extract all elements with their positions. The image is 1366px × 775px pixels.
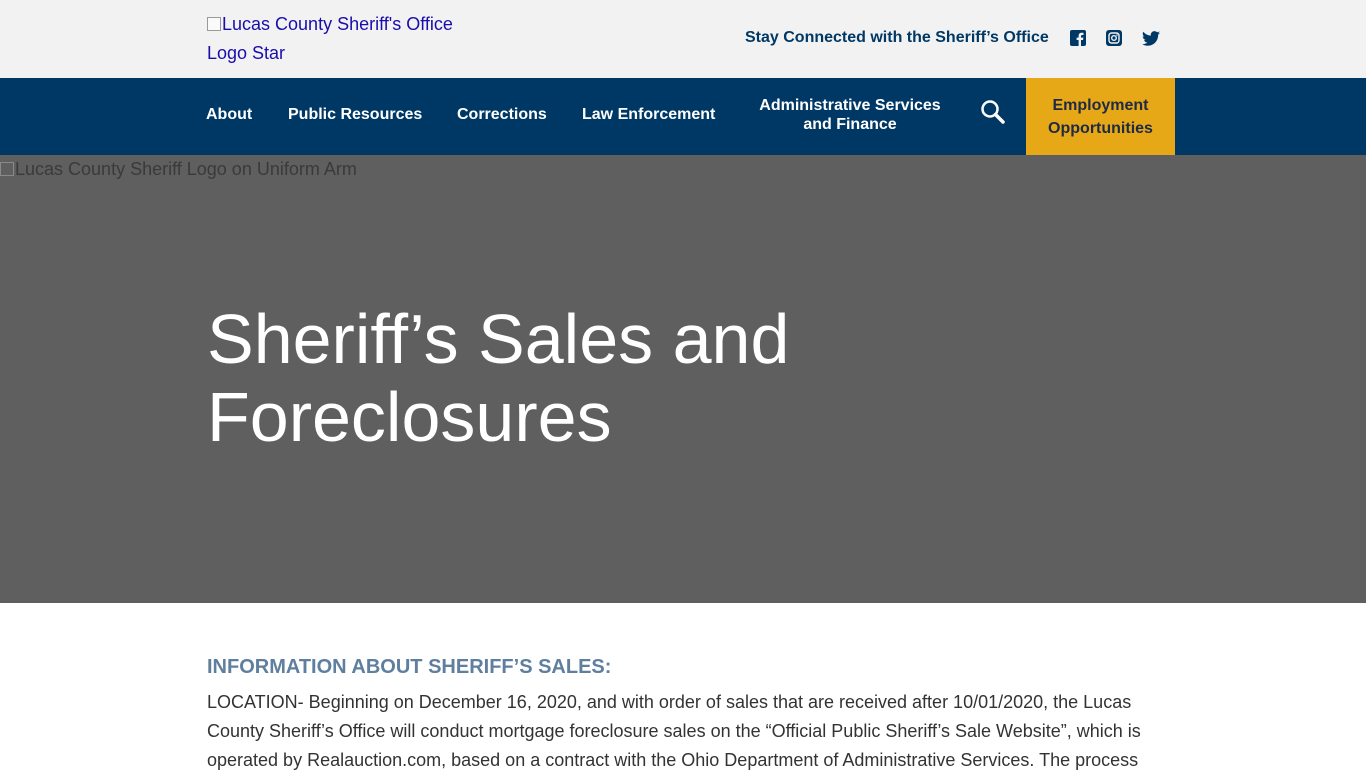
nav-administrative-services[interactable]: Administrative Services and Finance [752,96,948,134]
employment-opportunities-button[interactable]: Employment Opportunities [1026,78,1175,155]
nav-admin-line2: and Finance [803,116,897,133]
top-bar: Lucas County Sheriff's Office Logo Star … [0,0,1366,78]
nav-admin-line1: Administrative Services [759,97,941,114]
section-heading: INFORMATION ABOUT SHERIFF’S SALES: [207,656,612,678]
logo-alt-line2: Logo Star [207,43,286,63]
twitter-icon[interactable] [1142,29,1160,47]
page-title-line1: Sheriff’s Sales and [207,300,790,378]
logo-alt-line1: Lucas County Sheriff's Office [222,14,453,34]
nav-law-enforcement[interactable]: Law Enforcement [582,105,715,124]
broken-image-icon [0,162,14,176]
nav-public-resources[interactable]: Public Resources [288,105,422,124]
page-title-line2: Foreclosures [207,378,612,456]
site-logo-link[interactable]: Lucas County Sheriff's Office Logo Star [207,10,467,68]
nav-corrections[interactable]: Corrections [457,105,547,124]
hero-image-alt: Lucas County Sheriff Logo on Uniform Arm [0,158,357,180]
nav-about[interactable]: About [206,105,252,124]
hero-image-alt-text: Lucas County Sheriff Logo on Uniform Arm [15,159,357,179]
main-content: INFORMATION ABOUT SHERIFF’S SALES: LOCAT… [207,654,1159,775]
employment-line1: Employment [1052,96,1149,114]
broken-image-icon [207,17,221,31]
facebook-icon[interactable] [1069,29,1087,47]
location-paragraph: LOCATION- Beginning on December 16, 2020… [207,692,1141,770]
instagram-icon[interactable] [1105,29,1123,47]
employment-line2: Opportunities [1048,119,1153,137]
stay-connected-text: Stay Connected with the Sheriff’s Office [745,29,1049,46]
page-title: Sheriff’s Sales and Foreclosures [207,300,907,456]
search-icon[interactable] [978,97,1010,129]
